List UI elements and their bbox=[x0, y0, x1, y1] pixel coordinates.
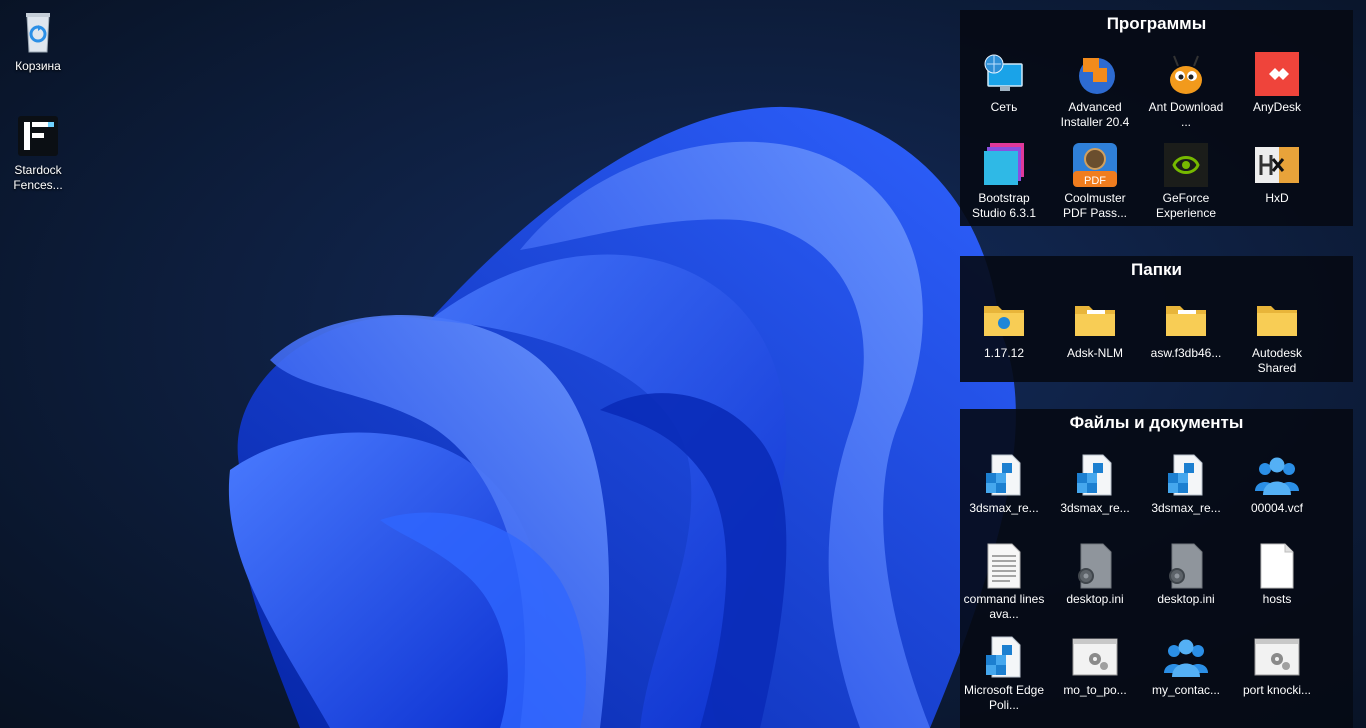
fence-item-label: Advanced Installer 20.4 bbox=[1060, 100, 1130, 129]
bootstrap-studio-icon bbox=[984, 143, 1024, 185]
fence-item-label: mo_to_po... bbox=[1063, 683, 1127, 697]
folder-icon bbox=[1075, 306, 1115, 336]
fence-item-file[interactable]: desktop.ini bbox=[1143, 542, 1229, 607]
fence-title: Папки bbox=[1131, 260, 1182, 279]
fence-item-label: 1.17.12 bbox=[983, 346, 1025, 360]
fence-item-advanced-installer[interactable]: Advanced Installer 20.4 bbox=[1052, 50, 1138, 130]
folder-icon bbox=[1257, 306, 1297, 336]
fence-item-label: 3dsmax_re... bbox=[1151, 501, 1221, 515]
fence-item-label: Adsk-NLM bbox=[1066, 346, 1123, 360]
fence-item-folder-autodesk-shared[interactable]: Autodesk Shared bbox=[1234, 296, 1320, 376]
fence-item-label: GeForce Experience bbox=[1155, 191, 1217, 220]
fence-title: Программы bbox=[1106, 14, 1207, 33]
fence-folders[interactable]: Папки 1.17.12 Adsk-NLM asw.f3db46... Aut… bbox=[960, 256, 1353, 382]
fence-item-label: HxD bbox=[1265, 191, 1289, 205]
folder-icon bbox=[1166, 306, 1206, 336]
fence-item-network[interactable]: Сеть bbox=[961, 50, 1047, 115]
fence-item-label: port knocki... bbox=[1242, 683, 1312, 697]
registry-file-icon bbox=[986, 636, 1021, 678]
fence-item-label: asw.f3db46... bbox=[1150, 346, 1222, 360]
desktop-icon-label: Корзина bbox=[15, 59, 61, 73]
fence-item-file[interactable]: my_contac... bbox=[1143, 633, 1229, 698]
fence-item-label: Bootstrap Studio 6.3.1 bbox=[971, 191, 1037, 220]
fence-item-label: Microsoft Edge Poli... bbox=[963, 683, 1045, 712]
fence-item-label: 00004.vcf bbox=[1250, 501, 1304, 515]
fence-item-coolmuster-pdf[interactable]: PDF Coolmuster PDF Pass... bbox=[1052, 141, 1138, 221]
fence-programs[interactable]: Программы Сеть Advanced Installer 20.4 A… bbox=[960, 10, 1353, 226]
fence-item-folder-adsk-nlm[interactable]: Adsk-NLM bbox=[1052, 296, 1138, 361]
fence-item-label: Сеть bbox=[990, 100, 1018, 114]
anydesk-icon bbox=[1255, 52, 1299, 96]
fence-item-file[interactable]: 3dsmax_re... bbox=[961, 451, 1047, 516]
fence-item-folder-1-17-12[interactable]: 1.17.12 bbox=[961, 296, 1047, 361]
config-window-icon bbox=[1072, 638, 1118, 676]
fence-item-hxd[interactable]: HxD bbox=[1234, 141, 1320, 206]
settings-file-icon bbox=[1169, 543, 1203, 589]
fence-item-label: Coolmuster PDF Pass... bbox=[1062, 191, 1127, 220]
geforce-icon bbox=[1164, 143, 1208, 187]
fence-item-file[interactable]: 00004.vcf bbox=[1234, 451, 1320, 516]
fence-files[interactable]: Файлы и документы 3dsmax_re... 3dsmax_re… bbox=[960, 409, 1353, 728]
contact-file-icon bbox=[1164, 639, 1208, 677]
fence-title: Файлы и документы bbox=[1069, 413, 1244, 432]
svg-text:PDF: PDF bbox=[1084, 175, 1106, 187]
fence-item-anydesk[interactable]: AnyDesk bbox=[1234, 50, 1320, 115]
fence-item-label: Ant Download ... bbox=[1148, 100, 1224, 129]
contact-file-icon bbox=[1255, 457, 1299, 495]
fence-item-bootstrap-studio[interactable]: Bootstrap Studio 6.3.1 bbox=[961, 141, 1047, 221]
fence-item-file[interactable]: Microsoft Edge Poli... bbox=[961, 633, 1047, 713]
fence-item-file[interactable]: port knocki... bbox=[1234, 633, 1320, 698]
ant-download-icon bbox=[1170, 55, 1202, 94]
fence-item-label: hosts bbox=[1262, 592, 1292, 606]
fence-item-file[interactable]: mo_to_po... bbox=[1052, 633, 1138, 698]
fence-item-file[interactable]: 3dsmax_re... bbox=[1143, 451, 1229, 516]
hxd-icon bbox=[1255, 147, 1299, 183]
fence-item-label: 3dsmax_re... bbox=[1060, 501, 1130, 515]
fence-item-file[interactable]: desktop.ini bbox=[1052, 542, 1138, 607]
fence-item-label: 3dsmax_re... bbox=[969, 501, 1039, 515]
fence-item-label: desktop.ini bbox=[1066, 592, 1124, 606]
registry-file-icon bbox=[1077, 454, 1112, 496]
registry-file-icon bbox=[986, 454, 1021, 496]
advanced-installer-icon bbox=[1079, 58, 1115, 94]
settings-file-icon bbox=[1078, 543, 1112, 589]
config-window-icon bbox=[1254, 638, 1300, 676]
fence-item-label: desktop.ini bbox=[1157, 592, 1215, 606]
desktop-icon-recycle-bin[interactable]: Корзина bbox=[1, 8, 75, 74]
folder-icon bbox=[984, 306, 1024, 336]
desktop-icon-label: Stardock Fences... bbox=[13, 163, 63, 192]
fence-item-file[interactable]: hosts bbox=[1234, 542, 1320, 607]
fence-item-label: command lines ava... bbox=[963, 592, 1045, 621]
fence-item-label: my_contac... bbox=[1151, 683, 1221, 697]
network-icon bbox=[984, 54, 1023, 91]
fence-item-file[interactable]: 3dsmax_re... bbox=[1052, 451, 1138, 516]
fence-item-geforce[interactable]: GeForce Experience bbox=[1143, 141, 1229, 221]
recycle-bin-icon bbox=[26, 13, 50, 53]
fence-item-ant-download[interactable]: Ant Download ... bbox=[1143, 50, 1229, 130]
fence-item-folder-asw[interactable]: asw.f3db46... bbox=[1143, 296, 1229, 361]
blank-file-icon bbox=[1260, 543, 1294, 589]
fence-item-file[interactable]: command lines ava... bbox=[961, 542, 1047, 622]
fence-item-label: AnyDesk bbox=[1252, 100, 1302, 114]
registry-file-icon bbox=[1168, 454, 1203, 496]
text-file-icon bbox=[987, 543, 1021, 589]
desktop-icon-stardock-fences[interactable]: Stardock Fences... bbox=[1, 112, 75, 193]
coolmuster-pdf-icon: PDF bbox=[1073, 143, 1117, 187]
stardock-fences-icon bbox=[18, 116, 58, 156]
fence-item-label: Autodesk Shared bbox=[1251, 346, 1303, 375]
